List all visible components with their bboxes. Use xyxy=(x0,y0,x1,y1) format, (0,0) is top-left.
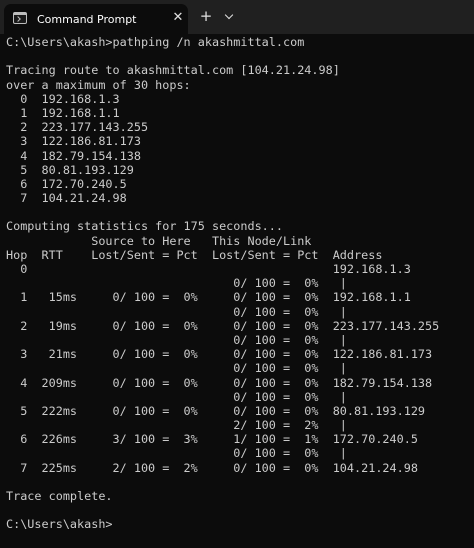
terminal-line: 0/ 100 = 0% | xyxy=(6,332,347,347)
terminal-line: 6 172.70.240.5 xyxy=(6,176,127,191)
terminal-line: 0/ 100 = 0% | xyxy=(6,361,347,376)
terminal-line: 1 192.168.1.1 xyxy=(6,105,120,120)
new-tab-button[interactable]: + xyxy=(197,7,215,25)
terminal-line: 0/ 100 = 0% | xyxy=(6,389,347,404)
terminal-line: C:\Users\akash>pathping /n akashmittal.c… xyxy=(6,35,305,49)
terminal-window: Command Prompt ✕ + C:\Users\akash>pathpi… xyxy=(0,0,474,548)
terminal-line: Hop RTT Lost/Sent = Pct Lost/Sent = Pct … xyxy=(6,247,383,262)
terminal-output[interactable]: C:\Users\akash>pathping /n akashmittal.c… xyxy=(6,35,472,547)
chevron-down-icon[interactable] xyxy=(221,7,237,25)
terminal-line: Tracing route to akashmittal.com [104.21… xyxy=(6,63,340,78)
terminal-line: C:\Users\akash> xyxy=(6,517,472,531)
terminal-line: 2 223.177.143.255 xyxy=(6,120,149,135)
terminal-line: 5 80.81.193.129 xyxy=(6,162,134,177)
terminal-line: 2 19ms 0/ 100 = 0% 0/ 100 = 0% 223.177.1… xyxy=(6,318,440,333)
terminal-line: 0/ 100 = 0% | xyxy=(6,276,347,291)
terminal-line: Trace complete. xyxy=(6,489,113,503)
terminal-line: 6 226ms 3/ 100 = 3% 1/ 100 = 1% 172.70.2… xyxy=(6,432,418,447)
terminal-line: Source to Here This Node/Link xyxy=(6,233,312,248)
terminal-line: 1 15ms 0/ 100 = 0% 0/ 100 = 0% 192.168.1… xyxy=(6,290,411,305)
terminal-line: 7 225ms 2/ 100 = 2% 0/ 100 = 0% 104.21.2… xyxy=(6,460,418,475)
terminal-line: 3 122.186.81.173 xyxy=(6,134,141,149)
terminal-line: 0/ 100 = 0% | xyxy=(6,304,347,319)
terminal-line: 0/ 100 = 0% | xyxy=(6,446,347,461)
terminal-line: Computing statistics for 175 seconds... xyxy=(6,219,283,234)
terminal-line: 0 192.168.1.3 xyxy=(6,91,120,106)
terminal-line: 4 209ms 0/ 100 = 0% 0/ 100 = 0% 182.79.1… xyxy=(6,375,433,390)
close-tab-icon[interactable]: ✕ xyxy=(170,10,186,26)
terminal-line: 3 21ms 0/ 100 = 0% 0/ 100 = 0% 122.186.8… xyxy=(6,347,433,362)
terminal-line: over a maximum of 30 hops: xyxy=(6,77,191,92)
tab-command-prompt[interactable]: Command Prompt ✕ xyxy=(4,4,188,34)
terminal-line: 4 182.79.154.138 xyxy=(6,148,141,163)
terminal-line: 2/ 100 = 2% | xyxy=(6,418,347,433)
terminal-line: 0 192.168.1.3 xyxy=(6,262,411,276)
text-cursor xyxy=(113,518,120,531)
tab-title: Command Prompt xyxy=(37,13,137,26)
command-prompt-icon xyxy=(13,12,27,24)
tab-bar: Command Prompt ✕ + xyxy=(0,0,474,34)
terminal-line: 5 222ms 0/ 100 = 0% 0/ 100 = 0% 80.81.19… xyxy=(6,403,426,418)
terminal-line: 7 104.21.24.98 xyxy=(6,191,127,206)
